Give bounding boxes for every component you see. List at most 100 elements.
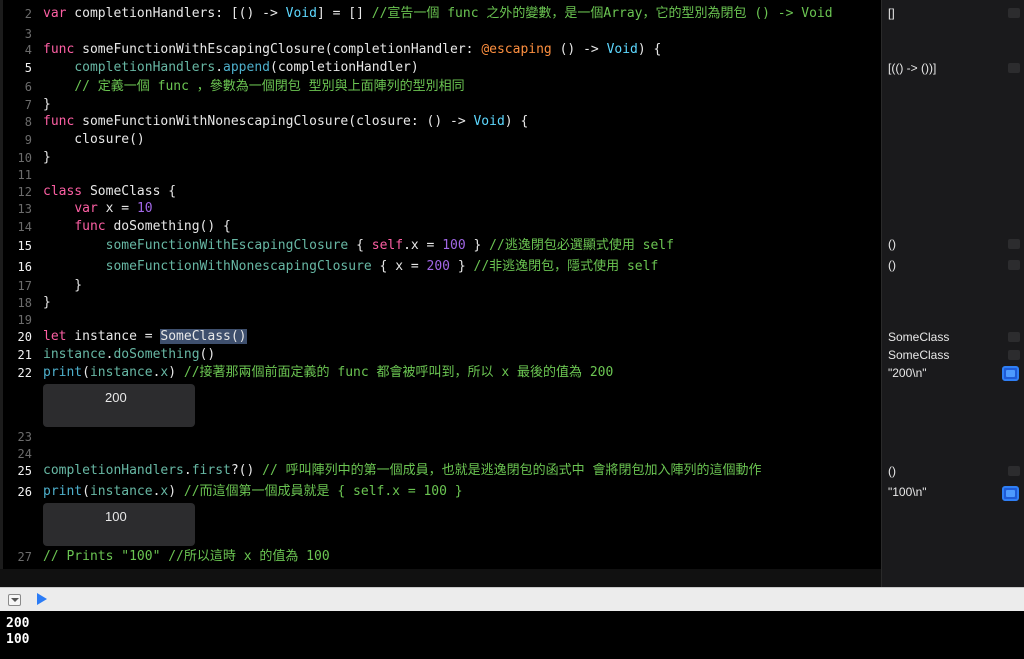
code-token: (completionHandler) [270,60,419,75]
console-output[interactable]: 200 100 [0,611,1024,659]
line-number: 18 [17,296,32,310]
quick-look-icon[interactable] [1008,260,1020,270]
line-number: 21 [17,348,32,362]
line-number: 17 [17,279,32,293]
line-number: 2 [24,7,32,21]
line-number: 16 [17,260,32,274]
code-token: // 呼叫陣列中的第一個成員，也就是逃逸閉包的函式中 會將閉包加入陣列的這個動作 [262,463,762,478]
code-token: ) { [637,42,662,57]
code-text: print(instance.x) //而這個第一個成員就是 { self.x … [43,483,463,501]
code-token: { x = [371,259,427,274]
line-number: 25 [17,464,32,478]
line-number: 22 [17,366,32,380]
code-token: //而這個第一個成員就是 { self.x = 100 } [183,484,463,499]
code-token: 10 [136,201,153,216]
quick-look-icon[interactable] [1008,63,1020,73]
code-token: ) [168,484,184,499]
code-token: ) { [504,114,529,129]
code-token: { [348,238,372,253]
code-token: @escaping [481,42,552,57]
result-value: SomeClass [888,330,950,344]
console-line: 200 [6,616,30,631]
code-token: //接著那兩個前面定義的 func 都會被呼叫到，所以 x 最後的值為 200 [183,365,614,380]
code-token: closure() [43,132,145,147]
code-token: someFunctionWithEscapingClosure(completi… [74,42,482,57]
code-token: Void [473,114,505,129]
show-result-button[interactable] [1002,366,1019,381]
line-number: 12 [17,185,32,199]
code-token: print [43,365,83,380]
code-token: var [43,6,67,21]
code-token: .x = [403,238,443,253]
quick-look-icon[interactable] [1008,239,1020,249]
result-value: "200\n" [888,366,927,380]
code-token: instance [89,365,153,380]
code-token: } [43,97,51,112]
code-token: ?() [230,463,263,478]
line-number: 19 [17,313,32,327]
line-number: 6 [24,80,32,94]
code-token: completionHandlers [74,60,216,75]
code-text: let instance = SomeClass() [43,328,247,346]
code-token: Void [285,6,317,21]
line-number: 23 [17,430,32,444]
code-text: // 定義一個 func ，參數為一個閉包 型別與上面陣列的型別相同 [43,78,464,96]
line-number: 8 [24,115,32,129]
code-token: self [371,238,404,253]
code-token: instance = [66,329,161,344]
line-number: 11 [17,168,32,182]
code-text: } [43,277,82,295]
code-token: let [43,329,67,344]
code-token: class [43,184,83,199]
code-token: x = [97,201,137,216]
line-number: 5 [24,61,32,75]
code-token: . [183,463,192,478]
quick-look-icon[interactable] [1008,466,1020,476]
code-token: //非逃逸閉包，隱式使用 self [473,259,659,274]
result-value: () [888,237,896,251]
code-token: () [199,347,216,362]
code-token: () -> [551,42,607,57]
code-token: completionHandlers: [() -> [66,6,286,21]
code-text: closure() [43,131,145,149]
code-token: someFunctionWithNonescapingClosure(closu… [74,114,474,129]
code-token: func [43,114,75,129]
code-token: } [43,295,51,310]
line-number: 26 [17,485,32,499]
console-line: 100 [6,632,30,647]
results-sidebar: [] [(() -> ())] () () SomeClass SomeClas… [881,0,1024,587]
code-token: Void [606,42,638,57]
code-token: instance [43,347,106,362]
result-value: SomeClass [888,348,950,362]
show-result-button[interactable] [1002,486,1019,501]
code-editor[interactable]: 2 var completionHandlers: [() -> Void] = … [0,0,881,587]
line-number: 27 [17,550,32,564]
result-value: [(() -> ())] [888,61,937,75]
code-text: print(instance.x) //接著那兩個前面定義的 func 都會被呼… [43,364,613,382]
inline-result-preview: 100 [43,503,195,546]
code-token: someFunctionWithEscapingClosure [105,238,349,253]
line-number: 14 [17,220,32,234]
quick-look-icon[interactable] [1008,332,1020,342]
selected-token: SomeClass() [160,329,247,344]
hide-debug-area-icon[interactable] [8,594,21,606]
code-token: // Prints "100" //所以這時 x 的值為 100 [43,549,330,564]
code-text: instance.doSomething() [43,346,215,364]
line-number: 10 [17,151,32,165]
run-playground-icon[interactable] [37,593,47,605]
inline-result-preview: 200 [43,384,195,427]
code-token: } [465,238,490,253]
code-token: 200 [426,259,451,274]
quick-look-icon[interactable] [1008,8,1020,18]
code-token: instance [89,484,153,499]
code-token: ) [168,365,184,380]
code-text: someFunctionWithNonescapingClosure { x =… [43,258,659,276]
line-number: 9 [24,133,32,147]
line-number: 4 [24,43,32,57]
code-text: completionHandlers.append(completionHand… [43,59,419,77]
quick-look-icon[interactable] [1008,350,1020,360]
